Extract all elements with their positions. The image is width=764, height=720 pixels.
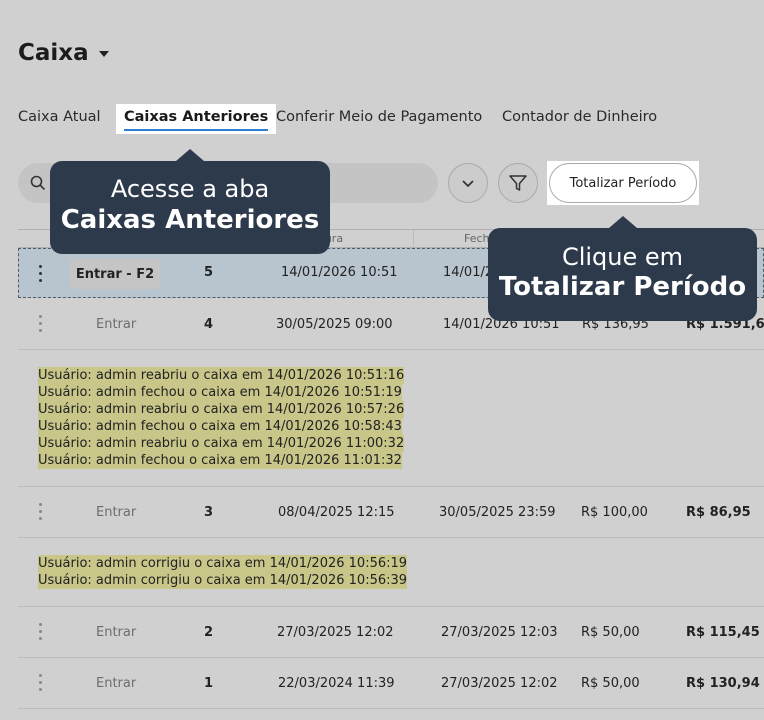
totalizar-periodo-button[interactable]: Totalizar Período [549,163,697,203]
row-fechamento: 14/01/2 [443,265,494,280]
row-abertura: 08/04/2025 12:15 [278,505,395,520]
row-valor-1: R$ 50,00 [581,676,640,691]
row-abertura: 14/01/2026 10:51 [281,265,398,280]
totalizar-highlight: Totalizar Período [547,161,699,205]
log-entry: Usuário: admin fechou o caixa em 14/01/2… [38,418,402,435]
row-abertura: 27/03/2025 12:02 [277,625,394,640]
expand-button[interactable] [448,163,488,203]
more-options-icon[interactable] [39,265,43,286]
column-divider [413,230,414,248]
tooltip-line-2: Caixas Anteriores [60,205,320,235]
log-list: Usuário: admin reabriu o caixa em 14/01/… [38,367,405,469]
table-row[interactable]: Entrar 2 27/03/2025 12:02 27/03/2025 12:… [0,607,764,657]
tab-caixa-atual[interactable]: Caixa Atual [18,104,101,134]
row-number: 4 [204,317,214,332]
page-title-text: Caixa [18,40,89,66]
row-valor-2: R$ 86,95 [686,505,751,520]
filter-icon [509,175,527,191]
row-number: 5 [204,265,214,280]
chevron-down-icon[interactable] [98,51,109,57]
log-list: Usuário: admin corrigiu o caixa em 14/01… [38,555,408,589]
row-valor-2: R$ 130,94 [686,676,760,691]
log-entry: Usuário: admin corrigiu o caixa em 14/01… [38,572,408,589]
entrar-link[interactable]: Entrar [96,317,136,332]
tab-label: Contador de Dinheiro [502,109,658,125]
tooltip-button: Clique em Totalizar Período [488,216,757,321]
search-icon [30,175,46,191]
row-fechamento: 30/05/2025 23:59 [439,505,556,520]
entrar-link[interactable]: Entrar [96,676,136,691]
log-entry: Usuário: admin reabriu o caixa em 14/01/… [38,435,405,452]
active-tab-indicator [124,129,269,131]
tab-bar: Caixa Atual Caixas Anteriores Conferir M… [0,104,764,138]
row-fechamento: 27/03/2025 12:03 [441,625,558,640]
table-row[interactable]: Entrar 3 08/04/2025 12:15 30/05/2025 23:… [0,487,764,537]
tooltip-arrow [176,149,204,161]
more-options-icon[interactable] [39,623,43,644]
more-options-icon[interactable] [39,674,43,695]
tab-contador-dinheiro[interactable]: Contador de Dinheiro [502,104,657,134]
tab-label: Caixas Anteriores [124,109,269,125]
tooltip-tab: Acesse a aba Caixas Anteriores [50,149,330,254]
chevron-down-icon [462,180,474,188]
page-title[interactable]: Caixa [18,40,109,66]
entrar-button[interactable]: Entrar - F2 [70,259,160,289]
log-entry: Usuário: admin fechou o caixa em 14/01/2… [38,452,402,469]
more-options-icon[interactable] [39,315,43,336]
tooltip-line-1: Acesse a aba [110,175,270,203]
tooltip-line-2: Totalizar Período [498,272,747,302]
log-entry: Usuário: admin corrigiu o caixa em 14/01… [38,555,408,572]
tooltip-line-1: Clique em [561,243,684,271]
row-abertura: 30/05/2025 09:00 [276,317,393,332]
row-valor-1: R$ 100,00 [581,505,648,520]
tooltip-arrow [609,216,637,228]
log-entry: Usuário: admin reabriu o caixa em 14/01/… [38,401,405,418]
row-valor-2: R$ 115,45 [686,625,760,640]
row-divider [18,708,764,709]
tab-conferir-meio-pagamento[interactable]: Conferir Meio de Pagamento [276,104,482,134]
row-fechamento: 27/03/2025 12:02 [441,676,558,691]
row-abertura: 22/03/2024 11:39 [278,676,395,691]
log-entry: Usuário: admin reabriu o caixa em 14/01/… [38,367,405,384]
more-options-icon[interactable] [39,503,43,524]
table-row[interactable]: Entrar 1 22/03/2024 11:39 27/03/2025 12:… [0,658,764,708]
row-divider [18,349,764,350]
row-number: 3 [204,505,214,520]
tab-label: Conferir Meio de Pagamento [276,109,483,125]
row-divider [18,537,764,538]
tab-caixas-anteriores[interactable]: Caixas Anteriores [116,104,277,134]
entrar-link[interactable]: Entrar [96,625,136,640]
tab-label: Caixa Atual [18,109,101,125]
row-number: 2 [204,625,214,640]
entrar-link[interactable]: Entrar [96,505,136,520]
log-entry: Usuário: admin fechou o caixa em 14/01/2… [38,384,402,401]
column-header-fechamento: Fech [464,232,490,245]
row-number: 1 [204,676,214,691]
filter-button[interactable] [498,163,538,203]
row-valor-1: R$ 50,00 [581,625,640,640]
